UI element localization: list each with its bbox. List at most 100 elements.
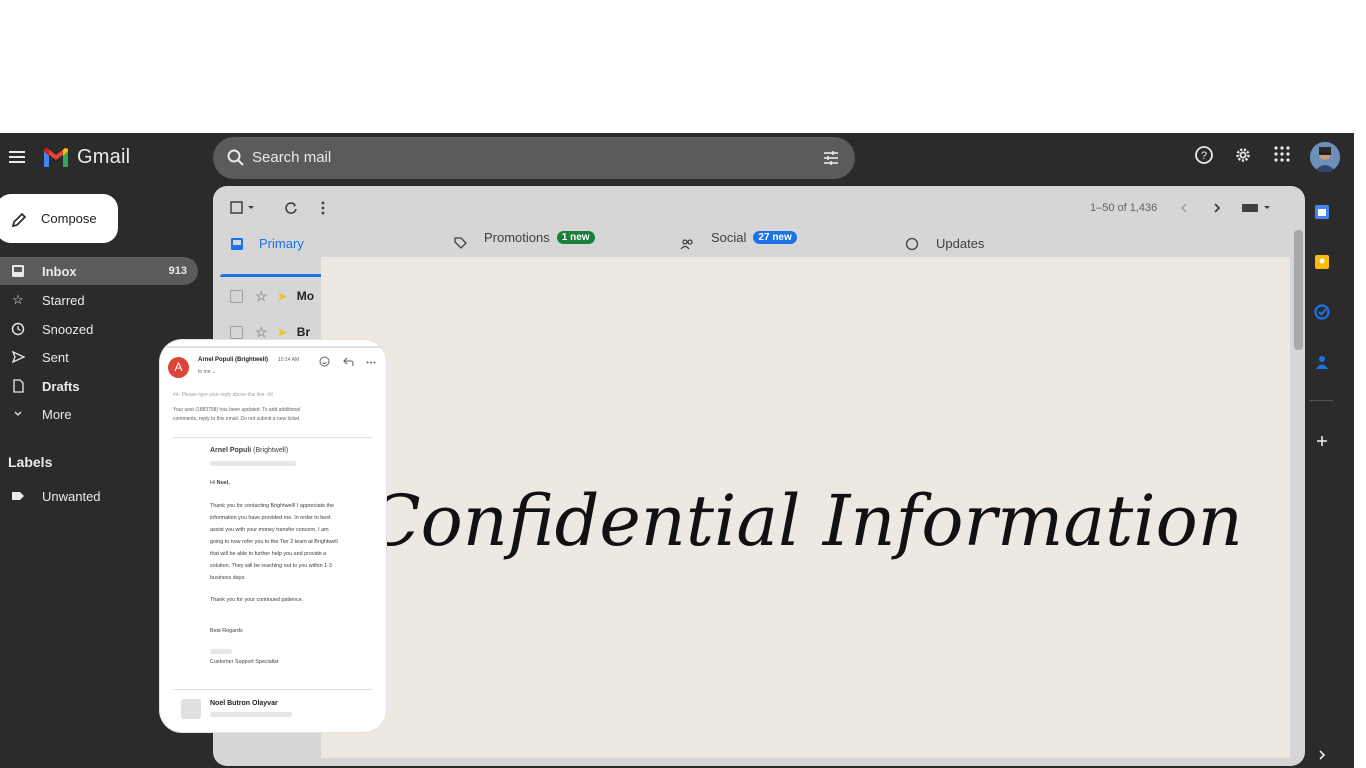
email-body-line: that will be able to further help you an… xyxy=(210,551,327,557)
send-icon xyxy=(9,350,27,364)
apps-grid-icon[interactable] xyxy=(1273,145,1291,163)
email-body-line: going to now refer you to the Tier 2 tea… xyxy=(210,539,338,545)
star-icon[interactable]: ☆ xyxy=(255,288,268,305)
table-row[interactable]: ☆ ➤ Br xyxy=(230,323,310,341)
row-sender: Mo xyxy=(296,289,315,303)
help-icon[interactable]: ? xyxy=(1194,145,1214,165)
people-icon xyxy=(680,239,693,250)
settings-gear-icon[interactable] xyxy=(1233,145,1253,165)
confidential-overlay: Confidential Information xyxy=(321,257,1290,758)
contacts-icon[interactable] xyxy=(1314,354,1330,370)
tab-label: Promotions xyxy=(484,229,550,245)
email-body-line: information you have provided me. In ord… xyxy=(210,515,331,521)
reply-icon[interactable] xyxy=(343,357,354,367)
inbox-icon xyxy=(231,237,243,250)
add-addon-icon[interactable] xyxy=(1316,435,1328,447)
account-avatar[interactable] xyxy=(1310,142,1340,172)
emoji-react-icon[interactable] xyxy=(319,356,330,367)
tab-label: Primary xyxy=(259,236,304,251)
chevron-right-icon[interactable] xyxy=(1212,202,1222,214)
greeting: Hi Noel, xyxy=(210,477,370,489)
sidebar-item-label: Inbox xyxy=(42,263,77,279)
sidebar-item-starred[interactable]: ☆ Starred xyxy=(0,286,198,314)
sidebar-item-snoozed[interactable]: Snoozed xyxy=(0,315,198,343)
gmail-m-icon xyxy=(44,147,68,167)
sidebar-item-label: Drafts xyxy=(42,378,80,394)
sender-avatar xyxy=(181,699,201,719)
search-options-icon[interactable] xyxy=(821,148,841,168)
select-all-checkbox[interactable] xyxy=(230,201,256,215)
refresh-icon[interactable] xyxy=(284,201,298,215)
notice-line: comments, reply to this email. Do not su… xyxy=(173,416,301,422)
tab-social[interactable]: Social 27 new xyxy=(680,230,797,250)
notice-line: Your uest (1883758) has been updated. To… xyxy=(173,407,301,413)
tab-label: Updates xyxy=(936,236,985,251)
new-count-badge: 1 new xyxy=(556,230,595,244)
search-input[interactable]: Search mail xyxy=(252,149,331,166)
role-line: Customer Support Specialist xyxy=(210,659,279,665)
tab-promotions[interactable]: Promotions 1 new xyxy=(453,230,595,250)
app-name: Gmail xyxy=(77,146,131,168)
email-body-line: assist you with your money transfer conc… xyxy=(210,527,329,533)
author-line: Arnel Populi (Brightwell) xyxy=(210,445,370,457)
user-avatar-icon xyxy=(1310,142,1340,172)
more-options-icon[interactable] xyxy=(366,361,376,364)
tab-primary[interactable]: Primary xyxy=(230,236,304,251)
row-checkbox[interactable] xyxy=(230,325,243,339)
keep-icon[interactable] xyxy=(1314,254,1330,270)
confidential-text: Confidential Information xyxy=(367,480,1243,562)
pagination-label: 1–50 of 1,436 xyxy=(1090,202,1158,214)
hamburger-menu-icon[interactable] xyxy=(8,147,28,167)
star-icon[interactable]: ☆ xyxy=(255,324,268,341)
info-icon xyxy=(905,237,919,250)
row-sender: Br xyxy=(296,325,311,339)
row-checkbox[interactable] xyxy=(230,289,243,303)
author-name: Arnel Populi xyxy=(210,447,252,454)
scrollbar[interactable] xyxy=(1294,230,1303,350)
redacted-text xyxy=(210,461,296,466)
email-body-line: Thank you for contacting Brightwell! I a… xyxy=(210,503,335,509)
email-sender: Arnel Populi (Brightwell) xyxy=(198,357,268,363)
greeting-prefix: Hi xyxy=(210,480,217,486)
sidebar-item-label: Snoozed xyxy=(42,321,94,337)
importance-marker-icon[interactable]: ➤ xyxy=(278,290,287,303)
chevron-right-icon[interactable] xyxy=(1317,749,1327,761)
redacted-text xyxy=(210,649,232,654)
sidebar-item-inbox[interactable]: Inbox 913 xyxy=(0,257,198,285)
new-count-badge: 27 new xyxy=(753,230,797,244)
tab-updates[interactable]: Updates xyxy=(905,236,984,251)
clock-icon xyxy=(9,322,27,336)
regards-line: Best Regards xyxy=(210,628,243,634)
email-preview-card: A Arnel Populi (Brightwell) 10:14 AM to … xyxy=(160,340,386,732)
tasks-icon[interactable] xyxy=(1314,304,1330,320)
divider xyxy=(173,437,373,438)
pencil-icon xyxy=(11,212,27,228)
tag-icon xyxy=(454,237,467,249)
top-bar: Gmail Search mail ? xyxy=(0,133,1354,185)
divider xyxy=(173,689,373,690)
table-row[interactable]: ☆ ➤ Mo xyxy=(230,287,314,305)
star-icon: ☆ xyxy=(12,292,24,307)
draft-icon xyxy=(9,379,27,393)
active-tab-indicator xyxy=(220,274,330,277)
card-top-border xyxy=(160,340,386,348)
email-body-line: business days. xyxy=(210,575,246,581)
redacted-text xyxy=(210,712,292,717)
svg-text:?: ? xyxy=(1201,150,1207,162)
compose-button[interactable]: Compose xyxy=(0,194,118,243)
search-bar[interactable]: Search mail xyxy=(213,137,855,179)
reply-above-line: ##- Please type your reply above this li… xyxy=(173,392,274,398)
confidential-text-graphic: Confidential Information xyxy=(367,480,1243,562)
gmail-logo[interactable]: Gmail xyxy=(42,146,130,169)
importance-marker-icon[interactable]: ➤ xyxy=(278,326,287,339)
chevron-down-icon xyxy=(9,409,27,419)
chevron-left-icon[interactable] xyxy=(1179,202,1189,214)
email-recipient[interactable]: to me ⌄ xyxy=(198,369,216,375)
email-time: 10:14 AM xyxy=(278,357,300,363)
search-icon[interactable] xyxy=(226,148,246,168)
sender-avatar: A xyxy=(168,357,189,378)
keyboard-icon[interactable] xyxy=(1241,202,1273,214)
calendar-icon[interactable] xyxy=(1314,204,1330,220)
more-options-icon[interactable] xyxy=(320,201,326,215)
sidebar-item-label: More xyxy=(42,406,72,422)
